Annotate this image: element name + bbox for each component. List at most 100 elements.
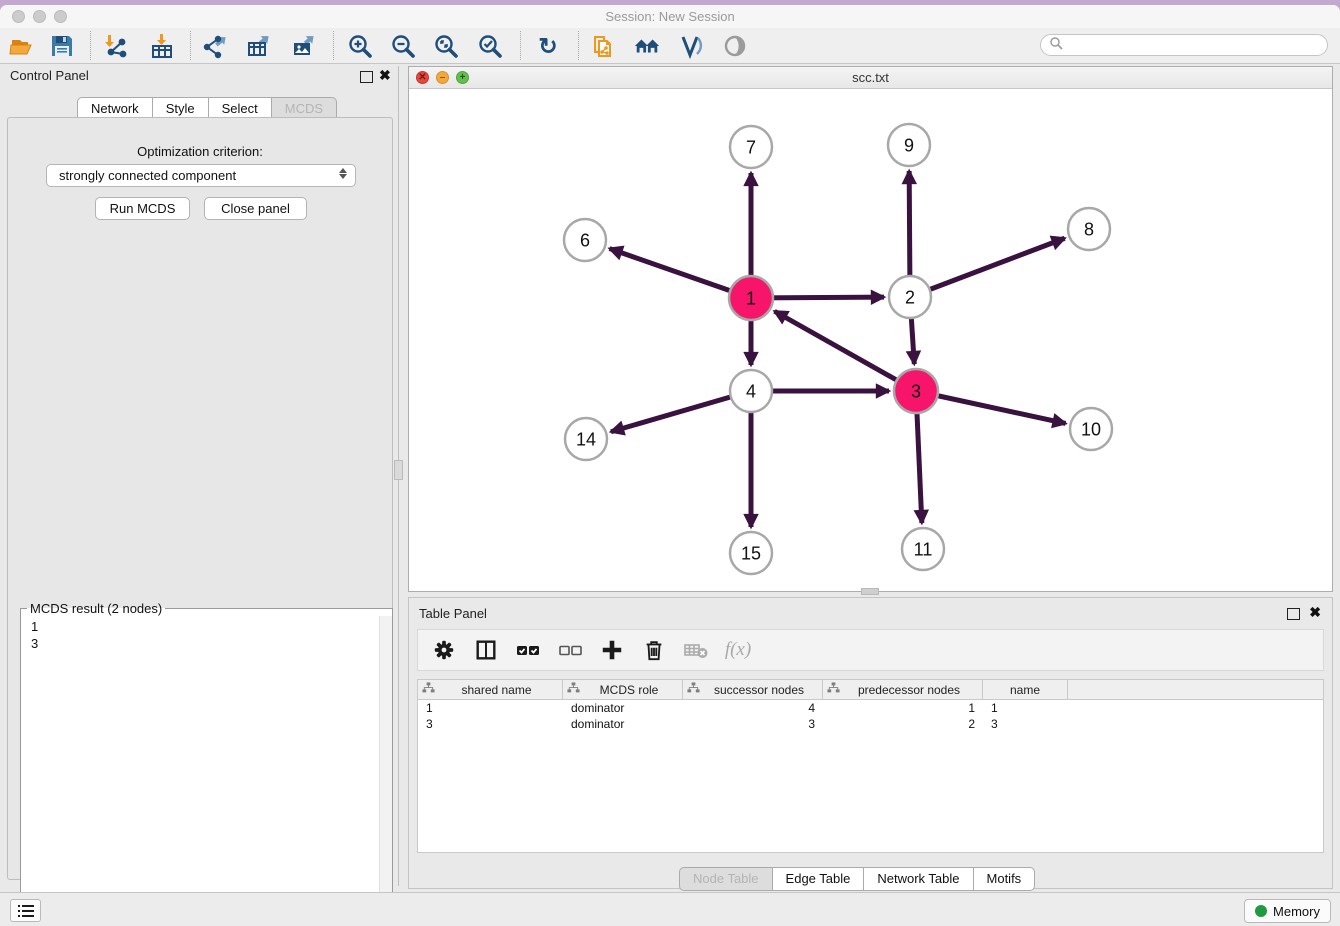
cell-shared-name[interactable]: 3 [418, 716, 563, 732]
select-all-columns-icon[interactable] [514, 636, 542, 664]
cell-predecessor-nodes[interactable]: 2 [823, 716, 983, 732]
graph-node-9[interactable]: 9 [888, 124, 930, 166]
network-canvas[interactable]: 7 9 6 8 1 2 4 3 14 10 15 11 [409, 89, 1332, 591]
zoom-in-icon[interactable] [346, 32, 374, 60]
memory-status-icon [1255, 905, 1267, 917]
graph-node-7[interactable]: 7 [730, 126, 772, 168]
mcds-result-box: MCDS result (2 nodes) 1 3 [20, 601, 393, 926]
graph-edge-3-1[interactable] [775, 311, 916, 391]
import-table-icon[interactable] [148, 32, 176, 60]
table-row[interactable]: 3dominator323 [418, 716, 1323, 732]
graph-node-11[interactable]: 11 [902, 528, 944, 570]
optimization-criterion-select[interactable]: strongly connected component [46, 164, 356, 187]
dropdown-value: strongly connected component [59, 168, 236, 183]
graph-node-15[interactable]: 15 [730, 532, 772, 574]
graph-node-1[interactable]: 1 [729, 276, 773, 320]
graph-node-4[interactable]: 4 [730, 370, 772, 412]
sort-tree-icon [687, 682, 700, 697]
table-row[interactable]: 1dominator411 [418, 700, 1323, 716]
table-header-row: shared nameMCDS rolesuccessor nodesprede… [418, 680, 1323, 700]
result-scrollbar[interactable] [379, 616, 392, 926]
mcds-panel: Optimization criterion: strongly connect… [7, 117, 393, 880]
apply-function-icon[interactable]: f(x) [724, 636, 752, 664]
column-header-successor-nodes[interactable]: successor nodes [683, 680, 823, 699]
table-panel-tabs: Node TableEdge TableNetwork TableMotifs [679, 867, 1035, 891]
export-table-icon[interactable] [245, 32, 273, 60]
control-panel-close-button[interactable]: ✖ [379, 67, 391, 84]
toolbar-separator [190, 31, 191, 60]
memory-button[interactable]: Memory [1244, 899, 1331, 923]
deselect-all-columns-icon[interactable] [556, 636, 584, 664]
network-scroll-handle[interactable] [861, 588, 879, 595]
export-image-icon[interactable] [290, 32, 318, 60]
clone-network-icon[interactable] [590, 32, 618, 60]
svg-text:1: 1 [746, 288, 756, 308]
titlebar: Session: New Session [0, 5, 1340, 29]
cell-successor-nodes[interactable]: 4 [683, 700, 823, 716]
toolbar-separator [90, 31, 91, 60]
control-panel-float-button[interactable] [360, 71, 373, 83]
svg-text:9: 9 [904, 135, 914, 155]
memory-label: Memory [1273, 904, 1320, 919]
tab-network-table[interactable]: Network Table [863, 867, 973, 891]
graph-node-6[interactable]: 6 [564, 219, 606, 261]
svg-text:10: 10 [1081, 419, 1101, 439]
cell-name[interactable]: 1 [983, 700, 1068, 716]
svg-text:3: 3 [911, 381, 921, 401]
cell-name[interactable]: 3 [983, 716, 1068, 732]
cell-predecessor-nodes[interactable]: 1 [823, 700, 983, 716]
graph-node-10[interactable]: 10 [1070, 408, 1112, 450]
toolbar-separator [520, 31, 521, 60]
graph-node-2[interactable]: 2 [889, 276, 931, 318]
graph-node-14[interactable]: 14 [565, 418, 607, 460]
svg-text:7: 7 [746, 137, 756, 157]
graph-node-8[interactable]: 8 [1068, 208, 1110, 250]
table-panel-close-button[interactable]: ✖ [1309, 604, 1321, 621]
run-mcds-button[interactable]: Run MCDS [95, 197, 190, 220]
zoom-fit-icon[interactable] [432, 32, 460, 60]
cell-shared-name[interactable]: 1 [418, 700, 563, 716]
network-view-window: ✕ – + scc.txt 7968124314101511 [408, 66, 1333, 592]
table-panel-float-button[interactable] [1287, 608, 1300, 620]
export-network-icon[interactable] [201, 32, 229, 60]
delete-table-icon[interactable] [682, 636, 710, 664]
settings-gear-icon[interactable] [430, 636, 458, 664]
splitter-handle[interactable] [394, 460, 403, 480]
svg-text:6: 6 [580, 230, 590, 250]
cell-successor-nodes[interactable]: 3 [683, 716, 823, 732]
search-input[interactable] [1040, 34, 1328, 56]
open-session-icon[interactable] [8, 32, 36, 60]
node-table: shared nameMCDS rolesuccessor nodesprede… [417, 679, 1324, 853]
tab-node-table[interactable]: Node Table [679, 867, 773, 891]
task-history-button[interactable] [10, 899, 41, 922]
graph-node-3[interactable]: 3 [894, 369, 938, 413]
zoom-selected-icon[interactable] [476, 32, 504, 60]
import-network-icon[interactable] [101, 32, 129, 60]
application-window: Session: New Session [0, 5, 1340, 926]
add-row-icon[interactable] [598, 636, 626, 664]
optimization-criterion-label: Optimization criterion: [8, 144, 392, 159]
tab-edge-table[interactable]: Edge Table [772, 867, 865, 891]
tab-motifs[interactable]: Motifs [973, 867, 1036, 891]
hide-view-icon[interactable] [721, 32, 749, 60]
style-preview-icon[interactable] [677, 32, 705, 60]
home-icon[interactable] [633, 32, 661, 60]
zoom-out-icon[interactable] [389, 32, 417, 60]
split-columns-icon[interactable] [472, 636, 500, 664]
refresh-icon[interactable]: ↻ [534, 32, 562, 60]
mcds-result-list: 1 3 [21, 616, 48, 654]
close-panel-button[interactable]: Close panel [204, 197, 307, 220]
column-header-name[interactable]: name [983, 680, 1068, 699]
svg-text:11: 11 [914, 539, 933, 559]
column-header-MCDS-role[interactable]: MCDS role [563, 680, 683, 699]
column-header-predecessor-nodes[interactable]: predecessor nodes [823, 680, 983, 699]
cell-MCDS-role[interactable]: dominator [563, 716, 683, 732]
save-session-icon[interactable] [48, 32, 76, 60]
delete-row-trash-icon[interactable] [640, 636, 668, 664]
network-window-title: scc.txt [409, 70, 1332, 85]
cell-MCDS-role[interactable]: dominator [563, 700, 683, 716]
main-toolbar: ↻ [0, 28, 1340, 64]
sort-tree-icon [827, 682, 840, 697]
column-header-shared-name[interactable]: shared name [418, 680, 563, 699]
graph-edge-2-8[interactable] [910, 238, 1065, 297]
